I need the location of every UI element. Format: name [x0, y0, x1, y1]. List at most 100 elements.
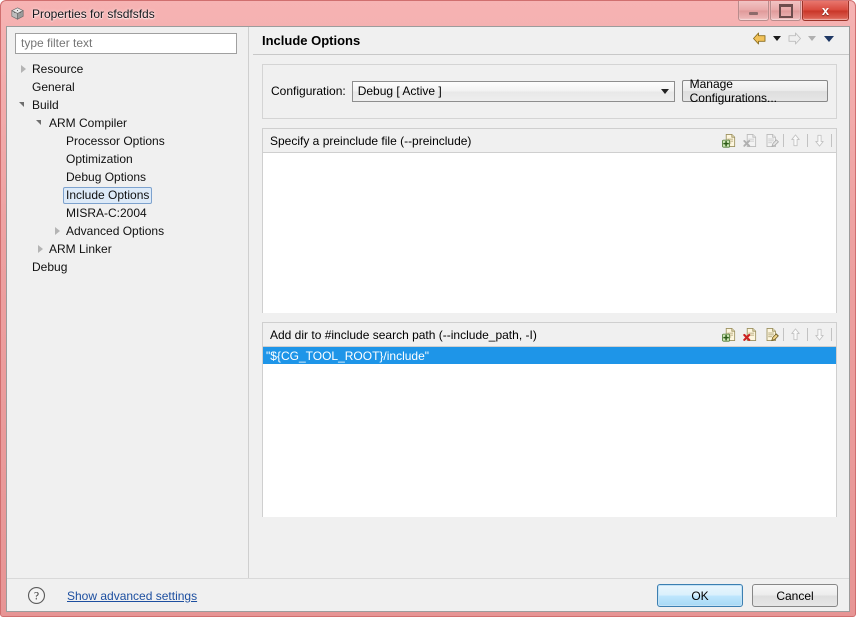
title-bar[interactable]: Properties for sfsdfsfds x — [6, 1, 850, 26]
back-history-chevron-down-icon[interactable] — [773, 36, 781, 41]
tree-item-label: General — [32, 79, 75, 94]
preinclude-file-label: Specify a preinclude file (--preinclude) — [270, 133, 472, 148]
collapse-triangle-icon[interactable] — [34, 117, 46, 129]
toolbar-separator — [831, 134, 832, 147]
delete-icon — [740, 131, 761, 150]
minimize-button[interactable] — [738, 1, 769, 21]
expand-triangle-icon[interactable] — [17, 63, 29, 75]
toolbar-separator — [783, 328, 784, 341]
ok-button[interactable]: OK — [657, 584, 743, 607]
page-menu-chevron-down-icon[interactable] — [824, 35, 834, 42]
configuration-select[interactable]: Debug [ Active ] — [351, 80, 675, 102]
tree-item-label: Processor Options — [66, 133, 165, 148]
include-path-toolbar — [719, 325, 833, 344]
add-icon[interactable] — [719, 131, 740, 150]
page-header: Include Options — [253, 27, 849, 55]
window-title: Properties for sfsdfsfds — [32, 6, 155, 21]
preinclude-file-toolbar — [719, 131, 833, 150]
move-up-icon — [785, 325, 806, 344]
tree-item-label: Debug Options — [66, 169, 147, 184]
configuration-group: Configuration: Debug [ Active ] Manage C… — [262, 64, 837, 119]
tree-item-misra-c-2004[interactable]: MISRA-C:2004 — [7, 204, 247, 222]
tree-item-general[interactable]: General — [7, 78, 247, 96]
properties-dialog-window: Properties for sfsdfsfds x Resource Gener… — [0, 0, 856, 617]
include-path-group: Add dir to #include search path (--inclu… — [262, 322, 837, 517]
delete-icon[interactable] — [740, 325, 761, 344]
tree-item-label: Debug — [32, 259, 68, 274]
preinclude-file-list[interactable] — [263, 153, 836, 313]
tree-item-debug[interactable]: Debug — [7, 258, 247, 276]
preinclude-file-header: Specify a preinclude file (--preinclude) — [263, 129, 836, 153]
page-title: Include Options — [262, 33, 361, 48]
manage-configurations-button[interactable]: Manage Configurations... — [681, 77, 828, 105]
tree-item-build[interactable]: Build — [7, 96, 247, 114]
show-advanced-settings-link[interactable]: Show advanced settings — [67, 589, 197, 603]
filter-box[interactable] — [15, 33, 237, 54]
cancel-button[interactable]: Cancel — [752, 584, 838, 607]
preinclude-file-group: Specify a preinclude file (--preinclude) — [262, 128, 837, 313]
toolbar-separator — [783, 134, 784, 147]
include-path-label: Add dir to #include search path (--inclu… — [270, 327, 537, 342]
move-down-icon — [809, 131, 830, 150]
restore-icon — [778, 3, 793, 18]
tree-item-optimization[interactable]: Optimization — [7, 150, 247, 168]
move-up-icon — [785, 131, 806, 150]
add-icon[interactable] — [719, 325, 740, 344]
tree-item-label: ARM Compiler — [49, 115, 128, 130]
tree-item-arm-compiler[interactable]: ARM Compiler — [7, 114, 247, 132]
expand-triangle-icon[interactable] — [34, 243, 46, 255]
settings-tree[interactable]: Resource General Build ARM Compiler Processo… — [7, 60, 247, 578]
configuration-selected-value: Debug [ Active ] — [357, 84, 442, 98]
move-down-icon — [809, 325, 830, 344]
include-path-list[interactable]: "${CG_TOOL_ROOT}/include" — [263, 347, 836, 517]
configuration-label: Configuration: — [271, 84, 346, 98]
question-mark-icon[interactable]: ? — [27, 586, 46, 605]
settings-detail-pane: Include Options Configuration: Debug [A… — [253, 27, 849, 578]
collapse-triangle-icon[interactable] — [17, 99, 29, 111]
settings-navigation-pane: Resource General Build ARM Compiler Processo… — [7, 27, 247, 578]
tree-item-label: ARM Linker — [49, 241, 112, 256]
tree-item-advanced-options[interactable]: Advanced Options — [7, 222, 247, 240]
window-controls: x — [737, 1, 849, 21]
tree-item-label: Resource — [32, 61, 84, 76]
toolbar-separator — [807, 328, 808, 341]
tree-item-label: Build — [32, 97, 59, 112]
restore-button[interactable] — [770, 1, 801, 21]
list-item[interactable]: "${CG_TOOL_ROOT}/include" — [263, 347, 836, 364]
dialog-client-area: Resource General Build ARM Compiler Processo… — [6, 26, 850, 612]
toolbar-separator — [807, 134, 808, 147]
tree-item-resource[interactable]: Resource — [7, 60, 247, 78]
dialog-actions: OK Cancel — [657, 584, 838, 607]
expand-triangle-icon[interactable] — [51, 225, 63, 237]
tree-item-label: MISRA-C:2004 — [66, 205, 147, 220]
tree-item-processor-options[interactable]: Processor Options — [7, 132, 247, 150]
minimize-icon — [749, 12, 758, 15]
edit-icon — [761, 131, 782, 150]
toolbar-separator — [831, 328, 832, 341]
search-input[interactable] — [21, 36, 231, 50]
edit-icon[interactable] — [761, 325, 782, 344]
tree-item-label: Optimization — [66, 151, 133, 166]
configuration-row: Configuration: Debug [ Active ] Manage C… — [271, 77, 828, 105]
forward-arrow-icon — [786, 31, 803, 46]
dialog-button-bar: ? Show advanced settings OK Cancel — [7, 578, 849, 611]
tree-item-debug-options[interactable]: Debug Options — [7, 168, 247, 186]
chevron-down-icon[interactable] — [656, 82, 674, 101]
close-button[interactable]: x — [802, 1, 849, 21]
include-path-header: Add dir to #include search path (--inclu… — [263, 323, 836, 347]
back-arrow-icon[interactable] — [751, 31, 768, 46]
forward-history-chevron-down-icon — [808, 36, 816, 41]
close-icon: x — [821, 3, 830, 18]
svg-text:?: ? — [34, 591, 39, 603]
tree-item-label: Include Options — [63, 186, 153, 204]
tree-item-label: Advanced Options — [66, 223, 165, 238]
tree-item-arm-linker[interactable]: ARM Linker — [7, 240, 247, 258]
cube-icon — [9, 5, 27, 23]
page-navigation-tools — [751, 31, 837, 46]
tree-item-include-options[interactable]: Include Options — [7, 186, 247, 204]
